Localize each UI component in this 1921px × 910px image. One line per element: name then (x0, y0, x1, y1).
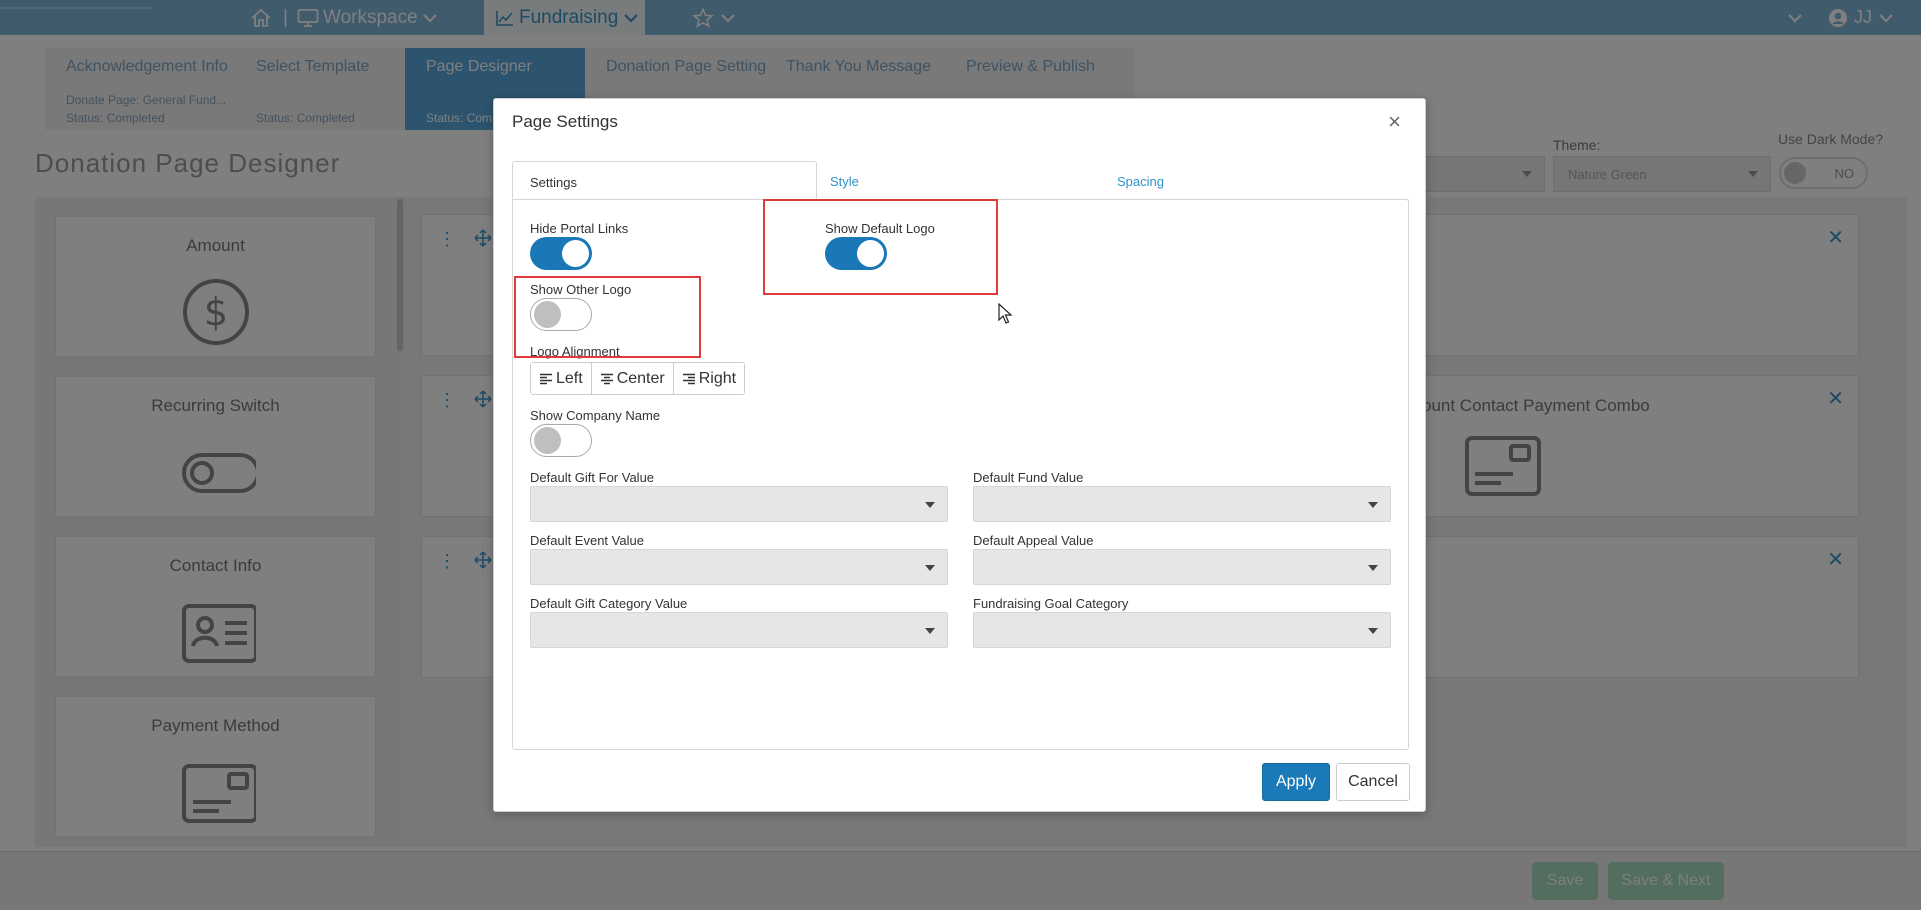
align-left-icon (540, 373, 552, 384)
align-left-button[interactable]: Left (531, 363, 592, 394)
highlight-box-other-logo (514, 276, 701, 358)
align-left-label: Left (556, 369, 583, 387)
show-company-name-toggle[interactable] (530, 424, 592, 457)
default-event-select[interactable] (530, 549, 948, 585)
hide-portal-links-label: Hide Portal Links (530, 221, 629, 236)
toggle-knob (534, 427, 561, 454)
logo-alignment-group: Left Center Right (530, 362, 746, 395)
apply-button[interactable]: Apply (1262, 763, 1330, 801)
align-right-label: Right (698, 369, 737, 387)
default-event-label: Default Event Value (530, 533, 644, 548)
caret-down-icon (925, 502, 935, 508)
default-fund-label: Default Fund Value (973, 470, 1084, 485)
cancel-button[interactable]: Cancel (1336, 763, 1410, 801)
default-fund-select[interactable] (973, 486, 1391, 522)
caret-down-icon (925, 628, 935, 634)
modal-title: Page Settings (512, 112, 618, 131)
show-company-name-label: Show Company Name (530, 408, 661, 423)
caret-down-icon (1368, 502, 1378, 508)
default-gift-for-label: Default Gift For Value (530, 470, 655, 485)
tab-style[interactable]: Style (830, 161, 859, 199)
mouse-cursor-icon (998, 303, 1013, 324)
align-right-icon (682, 373, 695, 384)
align-center-button[interactable]: Center (591, 363, 674, 394)
default-gift-for-select[interactable] (530, 486, 948, 522)
caret-down-icon (925, 565, 935, 571)
fundraising-goal-category-select[interactable] (973, 612, 1391, 648)
align-right-button[interactable]: Right (673, 363, 745, 394)
close-icon[interactable]: × (1388, 109, 1401, 135)
default-appeal-select[interactable] (973, 549, 1391, 585)
settings-tabs: Settings Style Spacing (512, 161, 1409, 199)
align-center-label: Center (616, 369, 665, 387)
fundraising-goal-category-label: Fundraising Goal Category (973, 596, 1129, 611)
caret-down-icon (1368, 565, 1378, 571)
toggle-knob (562, 240, 589, 267)
tab-settings[interactable]: Settings (512, 161, 817, 199)
default-gift-category-select[interactable] (530, 612, 948, 648)
caret-down-icon (1368, 628, 1378, 634)
hide-portal-links-toggle[interactable] (530, 237, 592, 270)
align-center-icon (600, 373, 613, 384)
default-appeal-label: Default Appeal Value (973, 533, 1094, 548)
highlight-box-default-logo (763, 199, 998, 295)
tab-spacing[interactable]: Spacing (1117, 161, 1164, 199)
default-gift-category-label: Default Gift Category Value (530, 596, 688, 611)
